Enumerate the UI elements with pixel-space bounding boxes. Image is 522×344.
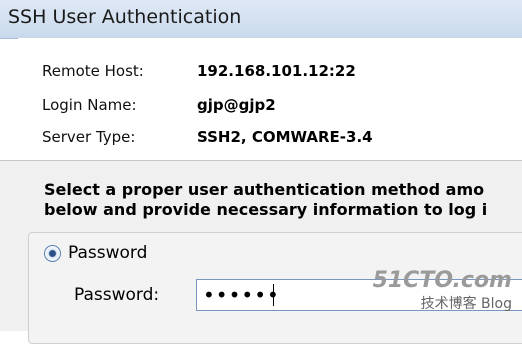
text-caret bbox=[273, 284, 274, 306]
password-input-value: •••••• bbox=[203, 283, 280, 307]
login-name-label: Login Name: bbox=[42, 96, 137, 114]
instructions-line-2: below and provide necessary information … bbox=[44, 200, 488, 219]
password-radio-label[interactable]: Password bbox=[68, 243, 147, 263]
password-field-label: Password: bbox=[74, 285, 160, 305]
instructions-line-1: Select a proper user authentication meth… bbox=[44, 180, 485, 199]
window-titlebar: SSH User Authentication bbox=[0, 0, 522, 39]
instructions-text: Select a proper user authentication meth… bbox=[44, 180, 522, 220]
server-type-label: Server Type: bbox=[42, 128, 136, 146]
server-type-value: SSH2, COMWARE-3.4 bbox=[197, 128, 373, 146]
password-radio[interactable] bbox=[44, 245, 61, 262]
login-name-value: gjp@gjp2 bbox=[197, 96, 276, 114]
remote-host-value: 192.168.101.12:22 bbox=[197, 62, 356, 80]
watermark-logo: 51CTO.com bbox=[372, 268, 512, 293]
window-title: SSH User Authentication bbox=[8, 6, 242, 28]
remote-host-label: Remote Host: bbox=[42, 62, 144, 80]
watermark-tagline: 技术博客 Blog bbox=[420, 296, 512, 312]
watermark: 51CTO.com 技术博客 Blog bbox=[373, 268, 512, 313]
